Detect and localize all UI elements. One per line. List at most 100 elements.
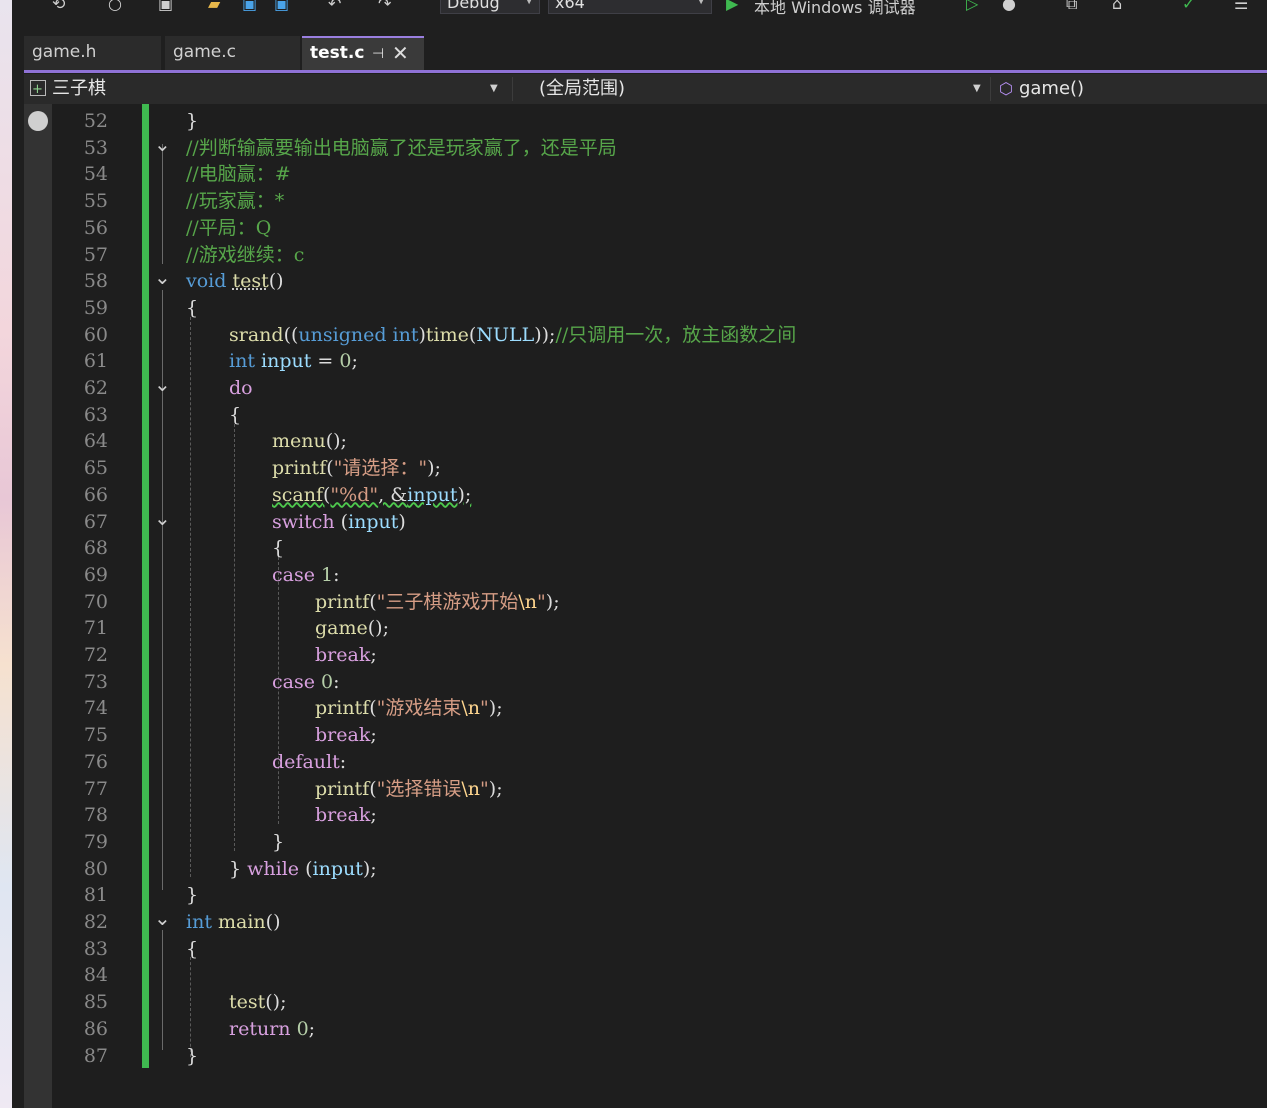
redo-icon[interactable]: ↷ <box>378 0 391 14</box>
code-text: //平局：Q <box>186 216 272 239</box>
fold-chevron-icon[interactable]: ⌄ <box>154 908 171 928</box>
tab-game-c[interactable]: game.c <box>165 36 300 70</box>
tab-label: test.c <box>310 43 365 63</box>
diagnostics-icon[interactable]: ⧉ <box>1066 0 1077 14</box>
tab-test-c[interactable]: test.c ⊣ ✕ <box>302 36 424 70</box>
checkmark-icon[interactable]: ✓ <box>1182 0 1195 14</box>
code-line[interactable]: 58 ⌄ void test() <box>24 267 1267 295</box>
code-text: break; <box>315 804 377 827</box>
code-line[interactable]: 75 break; <box>24 722 1267 749</box>
code-line[interactable]: 84 <box>24 962 1267 989</box>
divider <box>990 77 991 101</box>
solution-explorer-icon[interactable]: ⌂ <box>1112 0 1122 14</box>
line-number: 73 <box>83 670 108 693</box>
fold-chevron-icon[interactable]: ⌄ <box>154 267 171 287</box>
code-line[interactable]: 64 menu(); <box>24 428 1267 455</box>
code-line[interactable]: 86 return 0; <box>24 1016 1267 1043</box>
code-line[interactable]: 73 case 0: <box>24 669 1267 696</box>
line-number: 78 <box>83 804 108 827</box>
project-name: 三子棋 <box>52 78 106 99</box>
code-line[interactable]: 69 case 1: <box>24 562 1267 589</box>
line-number: 83 <box>83 937 108 960</box>
code-text: switch (input) <box>272 510 406 533</box>
line-number: 87 <box>83 1044 108 1067</box>
code-line[interactable]: 87} <box>24 1043 1267 1070</box>
code-line[interactable]: 72 break; <box>24 642 1267 669</box>
code-editor[interactable]: 52} 53 ⌄//判断输赢要输出电脑赢了还是玩家赢了，还是平局 54//电脑赢：# 5… <box>24 104 1267 1108</box>
line-number: 52 <box>83 110 108 132</box>
scope-value: (全局范围) <box>539 78 626 99</box>
code-text: //游戏继续：c <box>186 243 305 266</box>
save-all-icon[interactable]: ▣ <box>274 0 289 14</box>
code-text: //玩家赢：* <box>186 190 285 213</box>
open-folder-icon[interactable]: ▰ <box>208 0 220 14</box>
code-line[interactable]: 55 //玩家赢：* <box>24 188 1267 215</box>
line-number: 66 <box>83 483 108 506</box>
config-dropdown[interactable]: Debug ▼ <box>440 0 540 14</box>
code-line[interactable]: 78 break; <box>24 802 1267 829</box>
code-line[interactable]: 82 ⌄ int main() <box>24 908 1267 936</box>
code-line[interactable]: 63 { <box>24 402 1267 429</box>
code-text: } <box>186 884 199 907</box>
feedback-icon[interactable]: ☰ <box>1234 0 1248 14</box>
code-line[interactable]: 85 test(); <box>24 989 1267 1016</box>
toolbar: ⟲ ○ ▣ ▰ ▣ ▣ ↶ ↷ Debug ▼ x64 ▼ ▶ 本地 Windo… <box>12 0 1267 18</box>
platform-dropdown[interactable]: x64 ▼ <box>548 0 712 14</box>
code-line[interactable]: 83 { <box>24 936 1267 963</box>
code-line[interactable]: 56 //平局：Q <box>24 215 1267 242</box>
run-debugger-button[interactable]: 本地 Windows 调试器 <box>754 0 916 17</box>
code-line[interactable]: 54 //电脑赢：# <box>24 161 1267 188</box>
back-icon[interactable]: ⟲ <box>52 0 65 14</box>
code-text: void test() <box>186 270 284 293</box>
code-line[interactable]: 81} <box>24 882 1267 909</box>
close-icon[interactable]: ✕ <box>392 38 409 68</box>
fold-chevron-icon[interactable]: ⌄ <box>154 508 171 528</box>
code-line[interactable]: 67 ⌄ switch (input) <box>24 508 1267 536</box>
code-line[interactable]: 65 printf("请选择："); <box>24 455 1267 482</box>
line-number: 53 <box>83 136 108 159</box>
code-line[interactable]: 79} <box>24 829 1267 856</box>
code-line[interactable]: 61 int input = 0; <box>24 348 1267 375</box>
line-number: 68 <box>83 537 108 560</box>
code-text: return 0; <box>229 1017 316 1040</box>
fold-chevron-icon[interactable]: ⌄ <box>154 134 171 154</box>
code-line[interactable]: 66 scanf("%d", &input); <box>24 482 1267 509</box>
tab-game-h[interactable]: game.h <box>24 36 161 70</box>
code-text: scanf("%d", &input); <box>272 483 472 506</box>
code-text: //判断输赢要输出电脑赢了还是玩家赢了，还是平局 <box>186 136 617 159</box>
start-without-debug-icon[interactable]: ▷ <box>966 0 978 14</box>
scope-dropdown[interactable]: (全局范围) ▼ <box>539 74 984 104</box>
save-icon[interactable]: ▣ <box>242 0 257 14</box>
code-line[interactable]: 59 { <box>24 295 1267 322</box>
code-line[interactable]: 70 printf("三子棋游戏开始\n"); <box>24 589 1267 616</box>
play-icon[interactable]: ▶ <box>726 0 738 14</box>
undo-icon[interactable]: ↶ <box>328 0 341 14</box>
pin-icon[interactable]: ⊣ <box>372 39 384 69</box>
code-text: break; <box>315 644 377 666</box>
code-line[interactable]: 52} <box>24 108 1267 135</box>
project-dropdown[interactable]: 三子棋 ▼ <box>30 74 506 105</box>
code-line[interactable]: 76 default: <box>24 749 1267 776</box>
code-line[interactable]: 57 //游戏继续：c <box>24 242 1267 269</box>
cube-icon: ⬡ <box>999 79 1013 98</box>
code-line[interactable]: 62 ⌄ do <box>24 374 1267 402</box>
code-line[interactable]: 77 printf("选择错误\n"); <box>24 776 1267 803</box>
code-text: } while (input); <box>229 857 377 880</box>
member-dropdown[interactable]: ⬡ game() <box>999 74 1259 104</box>
member-value: game() <box>1018 78 1085 99</box>
new-item-icon[interactable]: ▣ <box>158 0 173 14</box>
code-line[interactable]: 80} while (input); <box>24 856 1267 883</box>
chevron-down-icon: ▼ <box>525 0 533 6</box>
code-line[interactable]: 68 { <box>24 535 1267 562</box>
code-line[interactable]: 60 srand((unsigned int)time(NULL));//只调用一… <box>24 322 1267 349</box>
code-text: int main() <box>186 911 281 933</box>
code-line[interactable]: 74 printf("游戏结束\n"); <box>24 695 1267 722</box>
code-line[interactable]: 71 game(); <box>24 615 1267 642</box>
code-text: game(); <box>315 617 389 640</box>
code-text: printf("三子棋游戏开始\n"); <box>315 590 560 613</box>
forward-icon[interactable]: ○ <box>108 0 122 14</box>
record-icon[interactable]: ● <box>1002 0 1016 14</box>
fold-chevron-icon[interactable]: ⌄ <box>154 374 171 394</box>
line-number: 63 <box>83 403 108 426</box>
code-line[interactable]: 53 ⌄ //判断输赢要输出电脑赢了还是玩家赢了，还是平局 <box>24 134 1267 162</box>
